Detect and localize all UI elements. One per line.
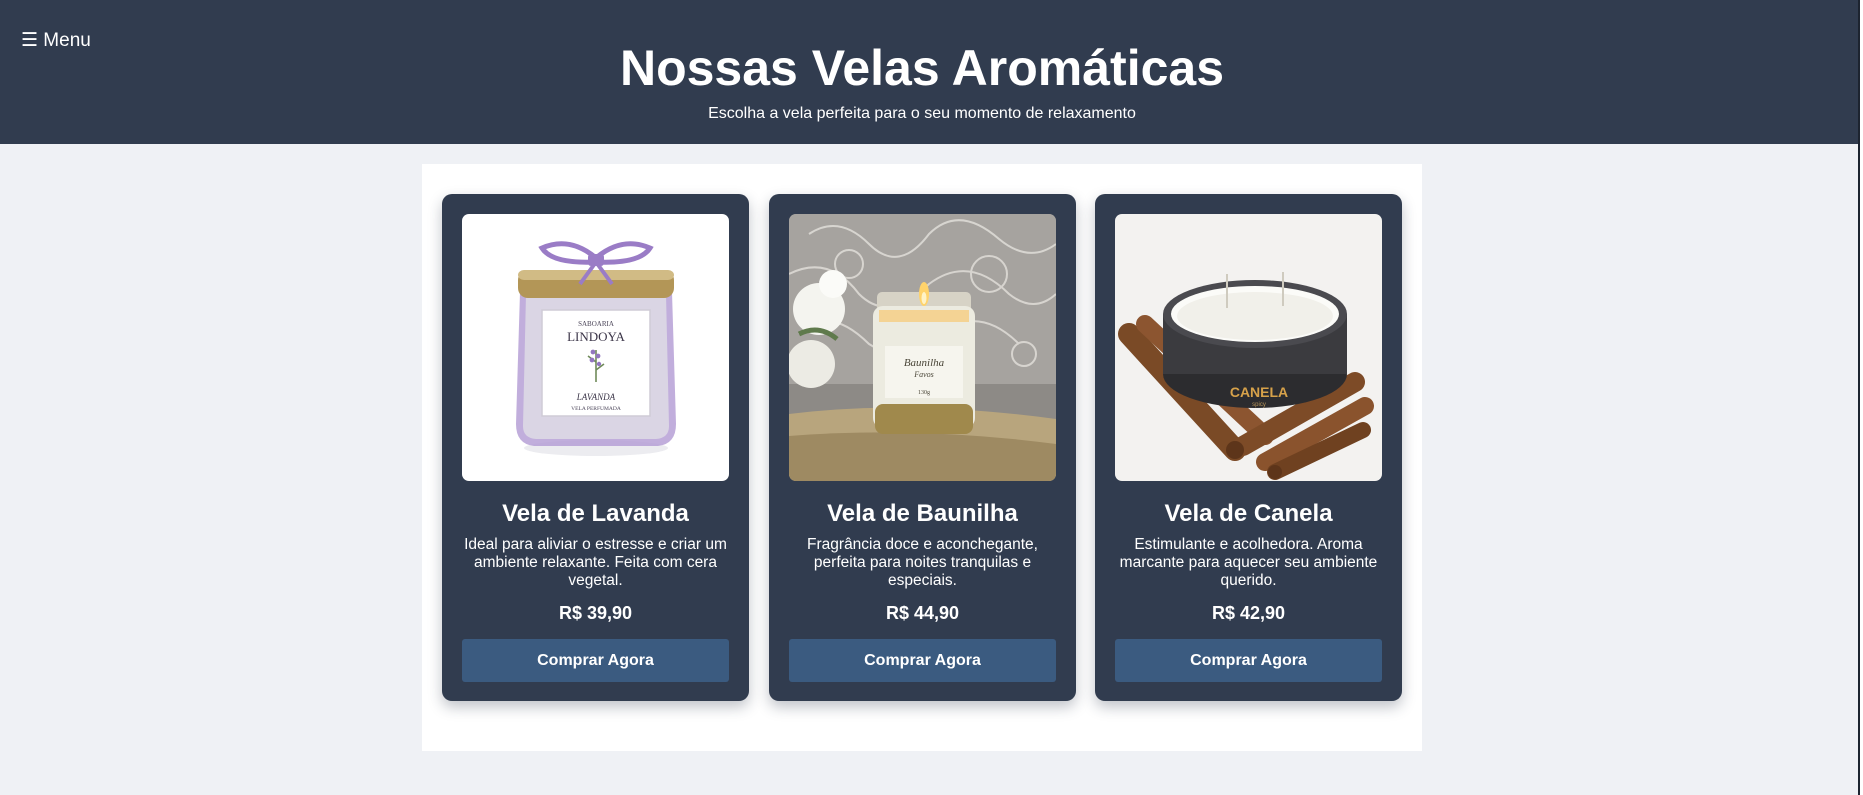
buy-button-lavanda[interactable]: Comprar Agora (462, 639, 729, 682)
page: ☰ Menu Nossas Velas Aromáticas Escolha a… (0, 0, 1858, 795)
lavanda-label-top: SABOARIA (578, 320, 614, 328)
product-price: R$ 39,90 (558, 603, 633, 623)
baunilha-label-weight: 130g (918, 390, 930, 396)
canela-label-brand: CANELA (1230, 384, 1288, 400)
product-name: Vela de Lavanda (502, 500, 689, 527)
canela-label-sub: spicy (1252, 402, 1266, 408)
baunilha-label-brand: Baunilha (904, 357, 945, 369)
window-edge (1858, 0, 1863, 795)
product-card-canela: CANELA spicy Vela de Canela Estimulante … (1095, 194, 1402, 701)
product-description: Ideal para aliviar o estresse e criar um… (464, 536, 727, 589)
lavanda-label-scent: LAVANDA (576, 392, 616, 402)
product-card-baunilha: Baunilha Favos 130g Vela de Baunilha Fra… (769, 194, 1076, 701)
product-image-baunilha[interactable]: Baunilha Favos 130g (789, 214, 1056, 481)
lavanda-label-brand: LINDOYA (567, 329, 625, 344)
site-header: ☰ Menu Nossas Velas Aromáticas Escolha a… (0, 0, 1858, 144)
product-card-lavanda: SABOARIA LINDOYA LAVANDA VELA PERFUMADA … (442, 194, 749, 701)
buy-button-baunilha[interactable]: Comprar Agora (789, 639, 1056, 682)
product-name: Vela de Canela (1164, 500, 1333, 527)
lavanda-label-type: VELA PERFUMADA (571, 406, 621, 412)
product-description: Fragrância doce e aconchegante, perfeita… (807, 536, 1038, 589)
product-panel: SABOARIA LINDOYA LAVANDA VELA PERFUMADA … (422, 164, 1422, 751)
product-image-lavanda[interactable]: SABOARIA LINDOYA LAVANDA VELA PERFUMADA (462, 214, 729, 481)
product-price: R$ 44,90 (885, 603, 960, 623)
product-image-canela[interactable]: CANELA spicy (1115, 214, 1382, 481)
baunilha-label-sub: Favos (913, 370, 934, 379)
buy-button-canela[interactable]: Comprar Agora (1115, 639, 1382, 682)
page-title: Nossas Velas Aromáticas (619, 40, 1225, 96)
product-description: Estimulante e acolhedora. Aroma marcante… (1119, 536, 1378, 589)
product-name: Vela de Baunilha (827, 500, 1018, 527)
product-price: R$ 42,90 (1211, 603, 1286, 623)
page-subtitle: Escolha a vela perfeita para o seu momen… (708, 105, 1136, 122)
